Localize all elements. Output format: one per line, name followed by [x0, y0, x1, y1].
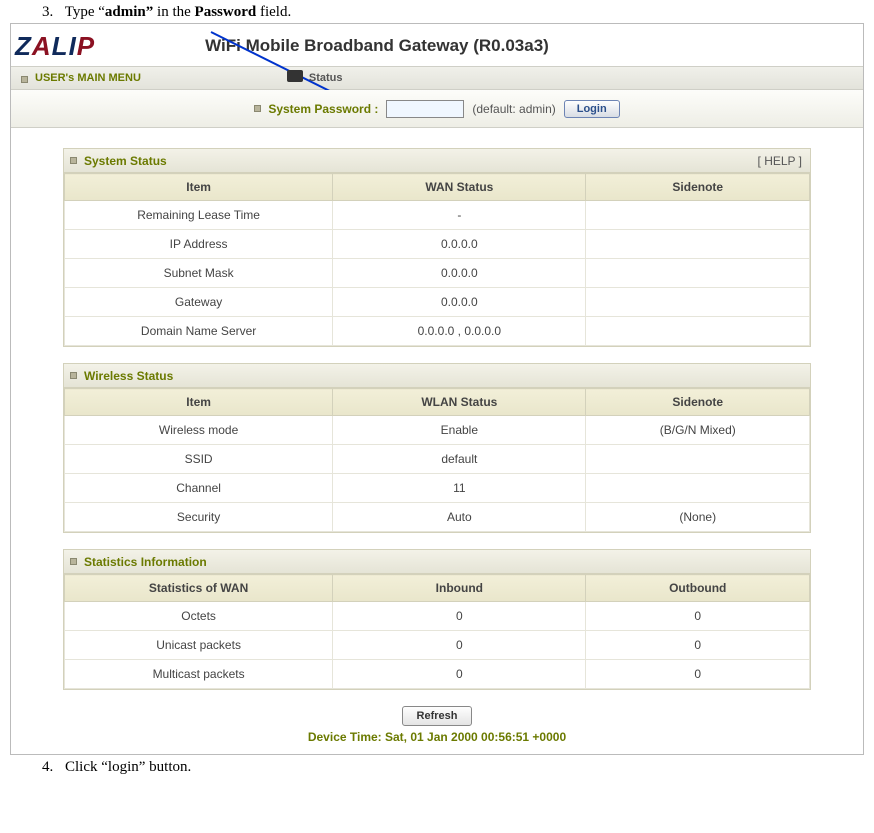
col-item: Item	[65, 389, 333, 416]
step4-number: 4.	[42, 759, 53, 775]
default-hint: (default: admin)	[472, 102, 555, 116]
step3-bold-password: Password	[195, 4, 257, 20]
login-bar: System Password : (default: admin) Login	[11, 90, 863, 128]
login-button[interactable]: Login	[564, 100, 620, 118]
logo-bar: ZALIP WiFi Mobile Broadband Gateway (R0.…	[11, 24, 863, 66]
system-password-input[interactable]	[386, 100, 464, 118]
main-menu-bar: USER's MAIN MENU Status	[11, 66, 863, 90]
step3-pre: Type “	[65, 4, 105, 20]
zalip-logo: ZALIP	[15, 31, 95, 62]
table-row: Wireless modeEnable(B/G/N Mixed)	[65, 416, 810, 445]
col-sidenote: Sidenote	[586, 174, 810, 201]
col-outbound: Outbound	[586, 575, 810, 602]
router-admin-screenshot: ZALIP WiFi Mobile Broadband Gateway (R0.…	[10, 23, 864, 755]
col-wlan-status: WLAN Status	[333, 389, 586, 416]
section-title: Wireless Status	[84, 369, 173, 383]
square-bullet-icon	[70, 558, 77, 565]
main-menu-label: USER's MAIN MENU	[35, 72, 141, 84]
statistics-table: Statistics of WAN Inbound Outbound Octet…	[64, 574, 810, 689]
status-icon	[287, 70, 303, 82]
square-bullet-icon	[70, 157, 77, 164]
table-row: Subnet Mask0.0.0.0	[65, 259, 810, 288]
menu-status-label: Status	[309, 72, 343, 84]
col-inbound: Inbound	[333, 575, 586, 602]
table-row: Domain Name Server0.0.0.0 , 0.0.0.0	[65, 317, 810, 346]
table-row: SecurityAuto(None)	[65, 503, 810, 532]
square-bullet-icon	[21, 76, 28, 83]
section-header-system: System Status [ HELP ]	[64, 149, 810, 173]
table-header-row: Item WAN Status Sidenote	[65, 174, 810, 201]
table-row: Channel11	[65, 474, 810, 503]
step3-mid: in the	[153, 4, 194, 20]
page-title: WiFi Mobile Broadband Gateway (R0.03a3)	[205, 36, 549, 56]
table-row: Remaining Lease Time-	[65, 201, 810, 230]
step4-text: Click “login” button.	[65, 759, 191, 775]
section-title: System Status	[84, 154, 167, 168]
device-time: Device Time: Sat, 01 Jan 2000 00:56:51 +…	[63, 730, 811, 744]
col-wan-status: WAN Status	[333, 174, 586, 201]
square-bullet-icon	[70, 372, 77, 379]
menu-status[interactable]: Status	[281, 72, 343, 84]
step3-post: field.	[256, 4, 291, 20]
refresh-button[interactable]: Refresh	[402, 706, 473, 726]
main-menu-link[interactable]: USER's MAIN MENU	[11, 72, 141, 84]
col-item: Item	[65, 174, 333, 201]
col-sidenote: Sidenote	[586, 389, 810, 416]
step3-bold-admin: admin”	[105, 4, 153, 20]
help-link[interactable]: [ HELP ]	[758, 154, 802, 168]
table-row: Unicast packets00	[65, 631, 810, 660]
instruction-step-4: 4. Click “login” button.	[42, 759, 874, 776]
table-row: Multicast packets00	[65, 660, 810, 689]
section-system-status: System Status [ HELP ] Item WAN Status S…	[63, 148, 811, 347]
table-header-row: Item WLAN Status Sidenote	[65, 389, 810, 416]
col-stats-wan: Statistics of WAN	[65, 575, 333, 602]
section-header-stats: Statistics Information	[64, 550, 810, 574]
content-area: System Status [ HELP ] Item WAN Status S…	[11, 128, 863, 748]
system-status-table: Item WAN Status Sidenote Remaining Lease…	[64, 173, 810, 346]
instruction-step-3: 3. Type “admin” in the Password field.	[42, 4, 874, 21]
section-header-wireless: Wireless Status	[64, 364, 810, 388]
table-header-row: Statistics of WAN Inbound Outbound	[65, 575, 810, 602]
section-wireless-status: Wireless Status Item WLAN Status Sidenot…	[63, 363, 811, 533]
zalip-logo-text: ZALIP	[15, 31, 95, 62]
square-bullet-icon	[254, 105, 261, 112]
system-password-label: System Password :	[254, 102, 378, 116]
table-row: Octets00	[65, 602, 810, 631]
step3-number: 3.	[42, 4, 53, 20]
table-row: SSIDdefault	[65, 445, 810, 474]
refresh-row: Refresh	[63, 706, 811, 726]
wireless-status-table: Item WLAN Status Sidenote Wireless modeE…	[64, 388, 810, 532]
table-row: IP Address0.0.0.0	[65, 230, 810, 259]
section-statistics: Statistics Information Statistics of WAN…	[63, 549, 811, 690]
table-row: Gateway0.0.0.0	[65, 288, 810, 317]
section-title: Statistics Information	[84, 555, 207, 569]
